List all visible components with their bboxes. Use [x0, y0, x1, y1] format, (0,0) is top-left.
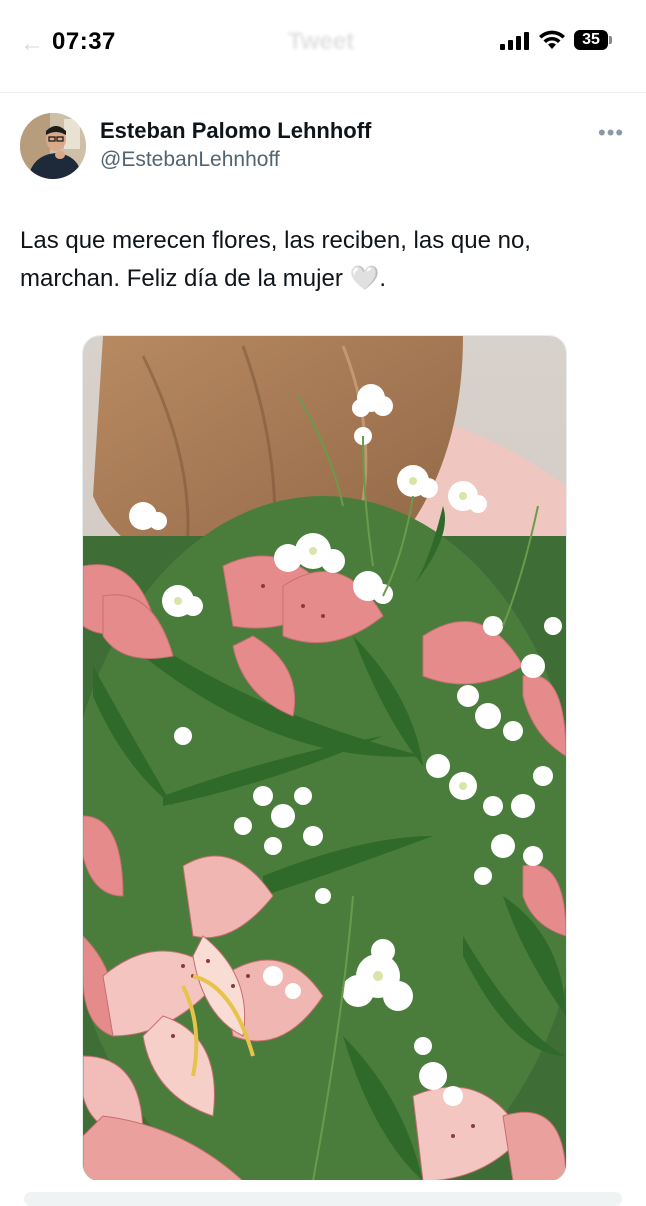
author-name[interactable]: Esteban Palomo Lehnhoff [100, 118, 371, 144]
wifi-icon [539, 30, 565, 49]
more-options-icon[interactable]: ••• [598, 120, 624, 146]
author-handle[interactable]: @EstebanLehnhoff [100, 148, 280, 172]
tweet-photo[interactable] [82, 335, 567, 1182]
status-time: 07:37 [52, 28, 116, 55]
tweet-text-main: Las que merecen flores, las reciben, las… [20, 227, 531, 292]
battery-level: 35 [574, 30, 608, 50]
flower-bouquet-image [83, 336, 566, 1181]
page-title: Tweet [287, 28, 355, 55]
avatar[interactable] [20, 113, 86, 179]
header-divider [0, 92, 646, 93]
reply-bar[interactable] [24, 1192, 622, 1206]
tweet-text-end: . [379, 265, 387, 292]
battery-icon: 35 [574, 30, 612, 50]
avatar-image [20, 113, 86, 179]
tweet-text: Las que merecen flores, las reciben, las… [20, 222, 620, 298]
cellular-signal-icon [500, 32, 529, 50]
white-heart-emoji: 🤍 [349, 265, 380, 292]
status-bar: ← Tweet 07:37 35 [0, 0, 646, 92]
back-arrow-icon[interactable]: ← [20, 30, 44, 58]
